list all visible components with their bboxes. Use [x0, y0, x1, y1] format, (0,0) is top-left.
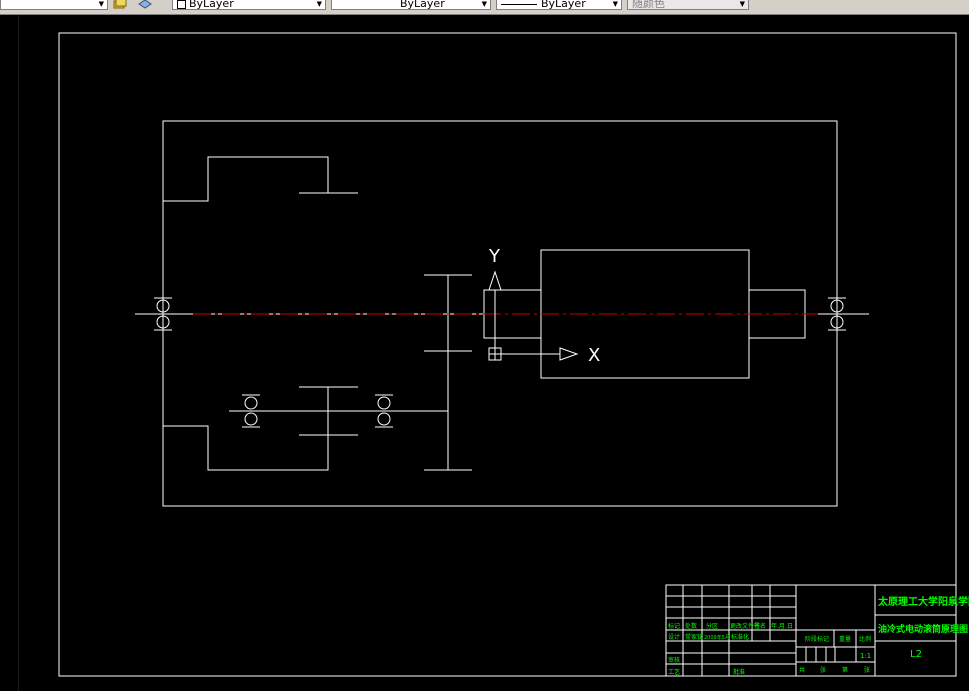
tb-label-craft: 工艺 — [668, 668, 680, 676]
ucs-x-label: X — [588, 345, 600, 366]
drawing-canvas[interactable]: Y X 太原理工大学阳泉学院 油冷式电动滚筒原理图 L2 1:1 标记 处数 分… — [0, 0, 969, 691]
bearings — [154, 297, 846, 428]
tb-label-review: 审核 — [668, 656, 680, 664]
tb-label-stage-mark: 阶段标记 — [805, 635, 829, 643]
scale-value: 1:1 — [860, 652, 871, 660]
ucs-y-label: Y — [488, 246, 501, 267]
tb-label-count: 处数 — [685, 622, 697, 630]
tb-label-approve: 批准 — [733, 668, 745, 676]
upper-housing-step — [163, 156, 329, 202]
tb-label-zone: 分区 — [706, 622, 718, 630]
drawing-number: L2 — [910, 649, 922, 660]
tb-label-design-date: 2009年5月 — [704, 634, 730, 641]
tb-label-designer: 常家铭 — [685, 633, 703, 641]
tb-label-sign: 签名 — [754, 622, 766, 630]
drawing-title: 油冷式电动滚筒原理图 — [878, 623, 968, 635]
tb-label-sheets: 张 — [820, 666, 826, 674]
tb-label-sheet-no: 第 — [842, 666, 848, 674]
ucs-icon — [488, 270, 579, 361]
tb-label-date: 年.月.日 — [771, 622, 793, 630]
tb-label-weight: 重量 — [839, 635, 851, 643]
title-block: 太原理工大学阳泉学院 油冷式电动滚筒原理图 L2 1:1 标记 处数 分区 更改… — [665, 584, 969, 677]
tb-label-scale: 比例 — [859, 635, 871, 643]
tb-label-design: 设计 — [668, 633, 680, 641]
tb-label-sheets2: 张 — [864, 666, 870, 674]
tb-label-mark: 标记 — [668, 622, 680, 630]
tb-label-total: 共 — [799, 666, 805, 674]
school-name: 太原理工大学阳泉学院 — [877, 595, 969, 608]
tb-label-standardize: 标准化 — [731, 633, 749, 641]
lower-housing-step — [163, 387, 329, 471]
